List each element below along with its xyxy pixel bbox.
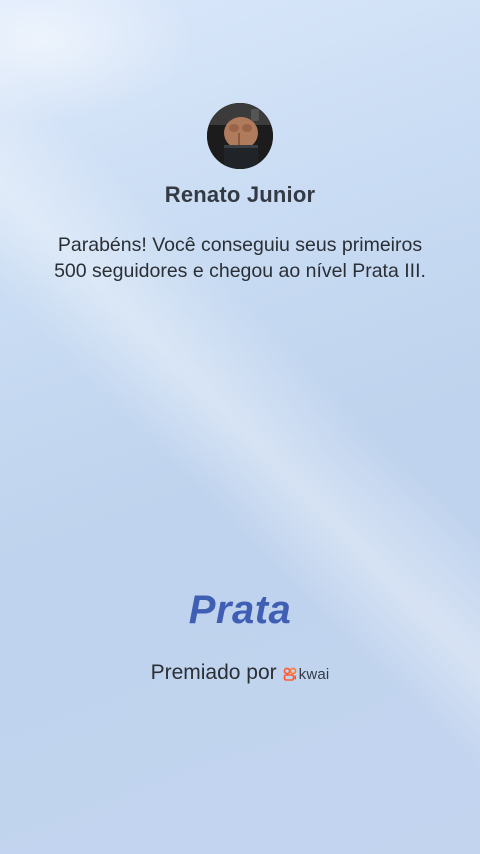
tier-label: Prata: [188, 588, 292, 632]
avatar: [207, 103, 273, 169]
sponsor-line: Premiado por kwai: [0, 661, 480, 685]
sponsor-label: Premiado por: [150, 661, 277, 684]
kwai-brand: kwai: [283, 666, 330, 683]
kwai-brand-name: kwai: [298, 665, 330, 683]
congratulations-message: Parabéns! Você conseguiu seus primeiros …: [54, 234, 426, 282]
profile-name: Renato Junior: [164, 182, 316, 207]
kwai-logo-icon: [283, 667, 297, 681]
avatar-photo: [207, 103, 273, 169]
